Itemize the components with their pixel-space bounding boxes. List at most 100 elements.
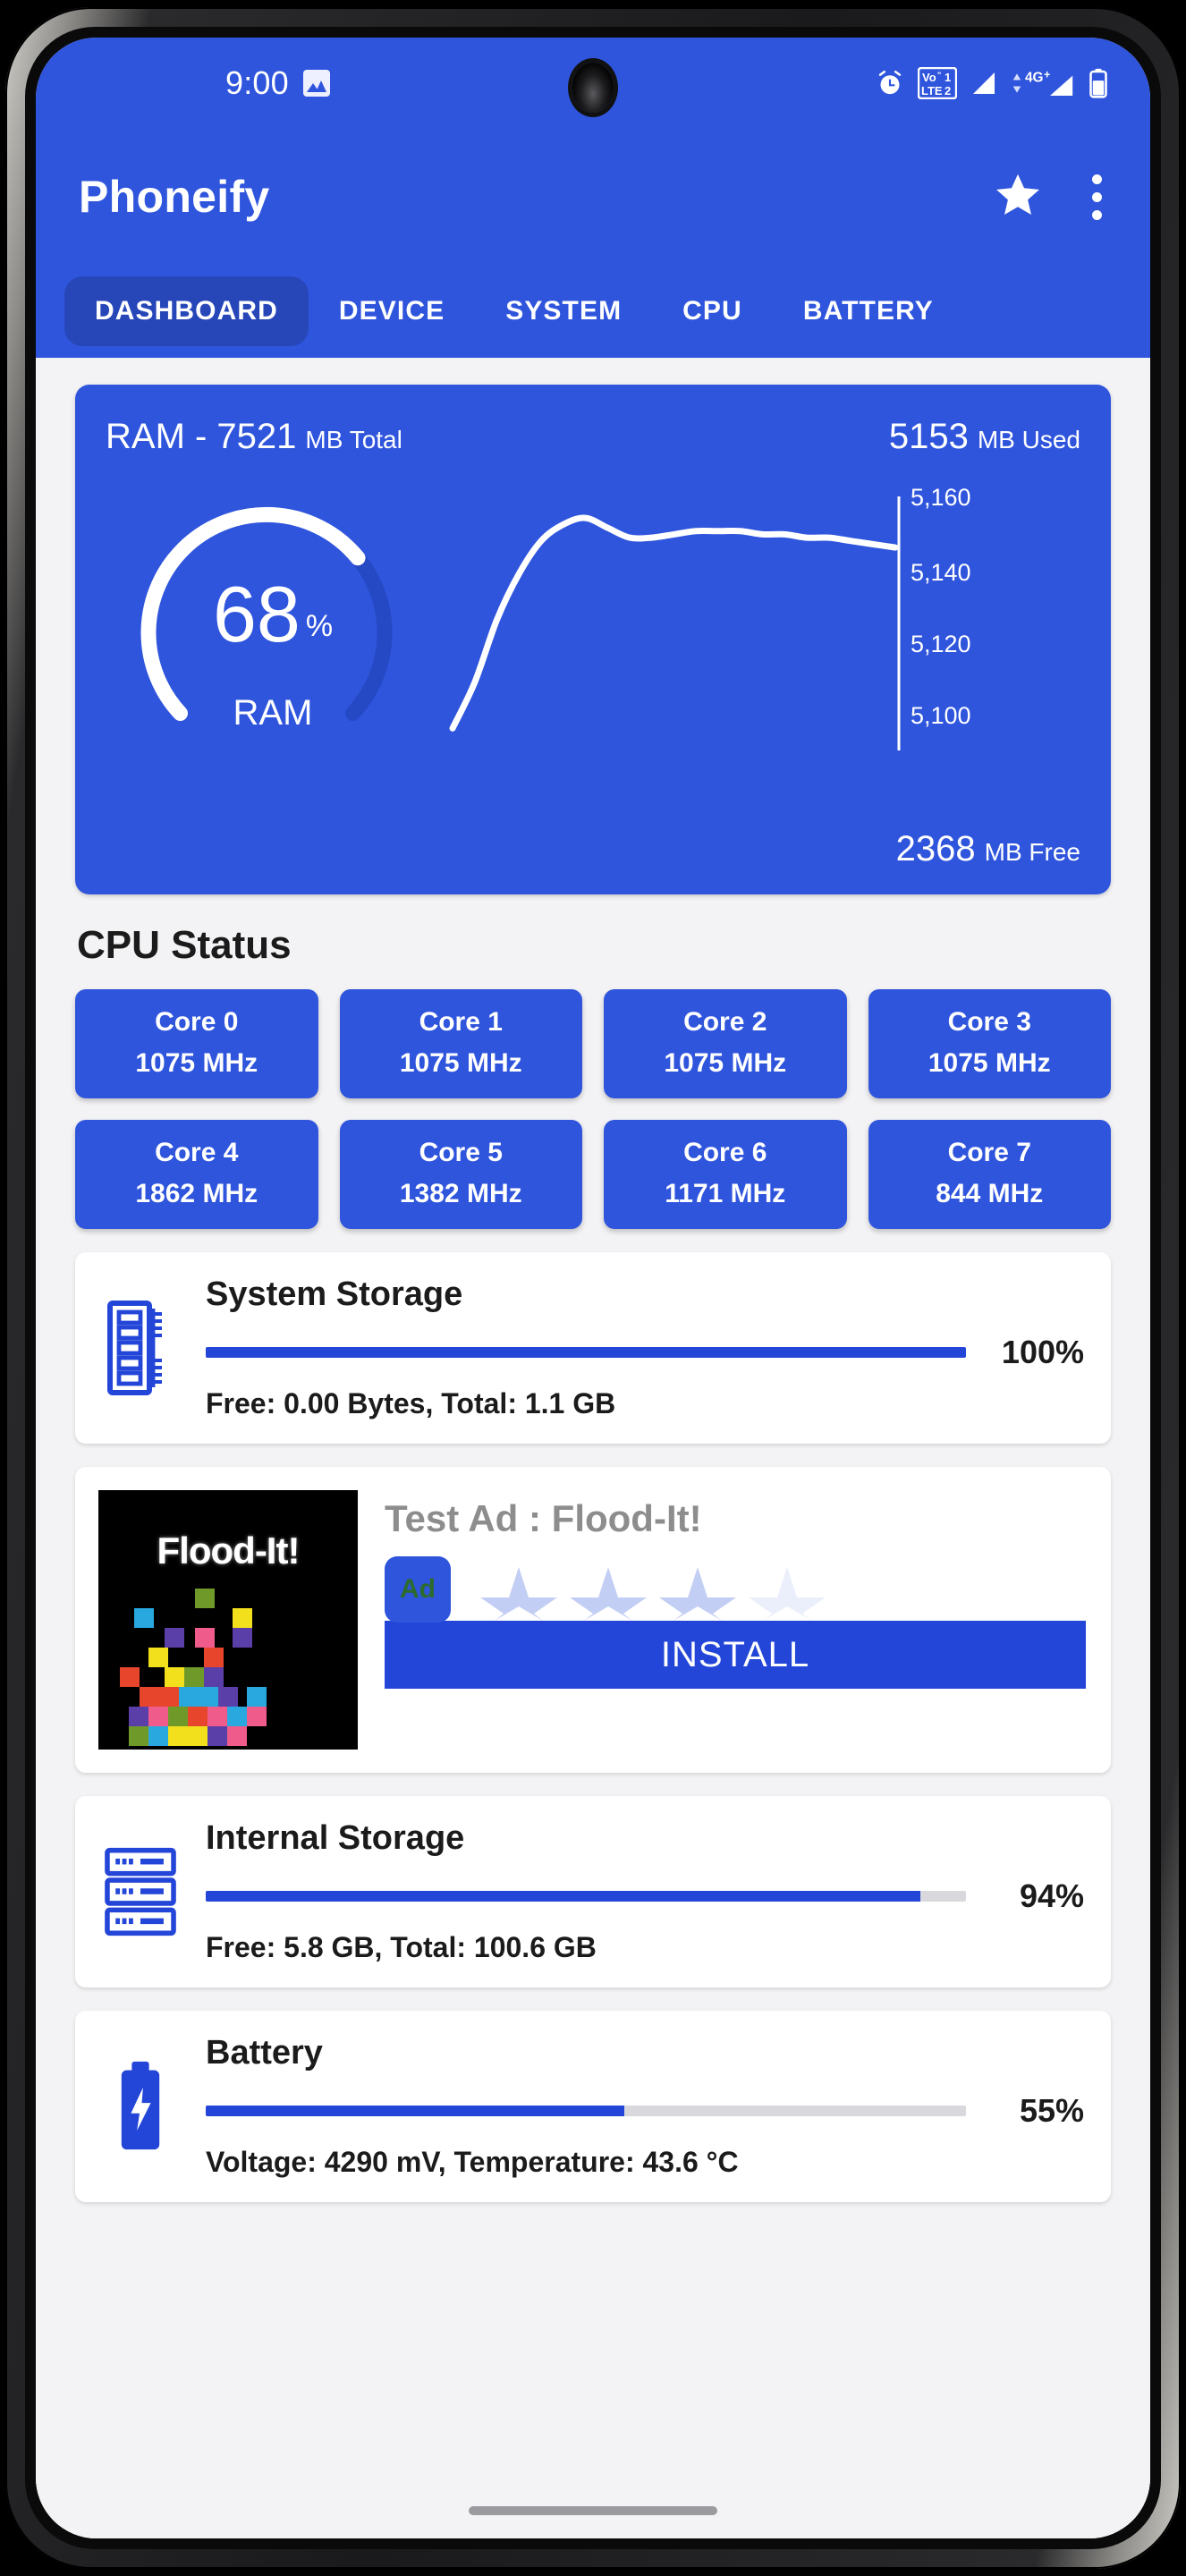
ad-badge: Ad — [385, 1556, 451, 1623]
svg-text:4G: 4G — [1025, 71, 1044, 86]
ad-star-rating — [480, 1567, 826, 1621]
internal-storage-body: Internal Storage 94% Free: 5.8 GB, Total… — [206, 1819, 1084, 1964]
tab-device[interactable]: DEVICE — [309, 276, 475, 346]
cpu-core-2-name: Core 2 — [683, 1007, 767, 1037]
tab-system[interactable]: SYSTEM — [475, 276, 652, 346]
ram-card: RAM - 7521 MB Total 5153 MB Used 68 % RA… — [75, 385, 1111, 894]
cpu-core-4[interactable]: Core 4 1862 MHz — [75, 1120, 318, 1229]
cpu-core-4-freq: 1862 MHz — [135, 1179, 258, 1208]
svg-text:2: 2 — [945, 84, 951, 97]
ram-used-value: 5153 — [888, 417, 969, 456]
battery-icon — [1088, 68, 1109, 98]
ram-free-value: 2368 — [895, 829, 976, 869]
internal-storage-card[interactable]: Internal Storage 94% Free: 5.8 GB, Total… — [75, 1796, 1111, 1987]
chart-ytick-2: 5,120 — [911, 631, 971, 657]
cpu-status-heading: CPU Status — [77, 923, 292, 967]
ad-thumbnail-blocks — [120, 1589, 267, 1746]
status-clock: 9:00 — [225, 64, 289, 101]
cpu-core-6-name: Core 6 — [683, 1138, 767, 1167]
cpu-core-0[interactable]: Core 0 1075 MHz — [75, 989, 318, 1098]
overflow-menu-icon[interactable] — [1083, 169, 1111, 225]
front-camera-icon — [572, 63, 614, 113]
gesture-home-indicator[interactable] — [469, 2506, 717, 2515]
system-storage-card[interactable]: System Storage 100% Free: 0.00 Bytes, To… — [75, 1252, 1111, 1444]
ram-card-body: 68% RAM 5,160 5,140 5,120 5,100 — [75, 457, 1111, 815]
cpu-core-0-name: Core 0 — [155, 1007, 239, 1037]
cpu-core-2-freq: 1075 MHz — [664, 1048, 787, 1078]
cpu-core-6[interactable]: Core 6 1171 MHz — [604, 1120, 847, 1229]
ram-used-unit: MB Used — [977, 426, 1080, 453]
tab-bar[interactable]: DASHBOARD DEVICE SYSTEM CPU BATTERY — [36, 265, 1150, 358]
cpu-core-row-bottom: Core 4 1862 MHz Core 5 1382 MHz Core 6 1… — [75, 1120, 1111, 1229]
ram-gauge-percent: 68 — [212, 570, 301, 658]
svg-text:": " — [937, 71, 941, 80]
cpu-core-row-top: Core 0 1075 MHz Core 1 1075 MHz Core 2 1… — [75, 989, 1111, 1098]
ad-thumbnail[interactable]: Flood-It! — [98, 1490, 358, 1750]
signal-bars-icon — [970, 69, 998, 97]
phone-screen: 9:00 Vo " 1 LTE 2 4G + Phoneify DASHBOAR… — [36, 38, 1150, 2538]
status-bar-right: Vo " 1 LTE 2 4G + — [875, 67, 1109, 99]
ram-used-group: 5153 MB Used — [889, 417, 1080, 457]
app-bar: Phoneify — [36, 129, 1150, 265]
ram-free-unit: MB Free — [984, 838, 1080, 866]
ad-body: Test Ad : Flood-It! Ad INSTALL — [385, 1490, 1086, 1750]
system-storage-subtitle: Free: 0.00 Bytes, Total: 1.1 GB — [206, 1387, 616, 1419]
battery-percent: 55% — [1019, 2092, 1084, 2129]
system-storage-title: System Storage — [206, 1275, 463, 1313]
ram-total-value: RAM - 7521 — [106, 417, 297, 456]
ad-badge-row: Ad — [385, 1556, 1084, 1623]
internal-storage-title: Internal Storage — [206, 1819, 465, 1857]
tab-battery[interactable]: BATTERY — [773, 276, 964, 346]
cpu-core-3[interactable]: Core 3 1075 MHz — [868, 989, 1111, 1098]
cpu-core-7-name: Core 7 — [947, 1138, 1031, 1167]
phone-hardware-frame: 9:00 Vo " 1 LTE 2 4G + Phoneify DASHBOAR… — [5, 7, 1181, 2569]
cpu-core-3-freq: 1075 MHz — [928, 1048, 1051, 1078]
chart-ytick-0: 5,160 — [911, 484, 971, 511]
cpu-core-3-name: Core 3 — [947, 1007, 1031, 1037]
svg-text:1: 1 — [945, 71, 951, 84]
cpu-core-6-freq: 1171 MHz — [665, 1179, 786, 1208]
ram-gauge-unit: % — [305, 608, 334, 643]
ad-card[interactable]: Flood-It! Test Ad: Flood-It! Ad INSTALL — [75, 1467, 1111, 1773]
cpu-core-5[interactable]: Core 5 1382 MHz — [339, 1120, 582, 1229]
svg-text:+: + — [1044, 68, 1050, 80]
memory-chip-icon — [98, 1300, 182, 1396]
cpu-core-1-name: Core 1 — [419, 1007, 503, 1037]
svg-text:Vo: Vo — [922, 71, 936, 84]
star-icon[interactable] — [992, 169, 1044, 225]
chart-ytick-1: 5,140 — [911, 559, 971, 586]
internal-storage-progress-fill — [206, 1891, 920, 1902]
cpu-core-2[interactable]: Core 2 1075 MHz — [604, 989, 847, 1098]
system-storage-body: System Storage 100% Free: 0.00 Bytes, To… — [206, 1275, 1084, 1420]
tab-cpu[interactable]: CPU — [652, 276, 773, 346]
svg-text:LTE: LTE — [921, 84, 943, 97]
system-storage-progress-row: 100% — [206, 1334, 1084, 1371]
battery-title: Battery — [206, 2034, 323, 2072]
cpu-core-0-freq: 1075 MHz — [135, 1048, 258, 1078]
battery-body: Battery 55% Voltage: 4290 mV, Temperatur… — [206, 2034, 1084, 2179]
ad-thumbnail-title: Flood-It! — [157, 1530, 301, 1572]
dashboard-scroll-content[interactable]: RAM - 7521 MB Total 5153 MB Used 68 % RA… — [36, 358, 1150, 2538]
data-4g-plus-icon: 4G + — [1011, 68, 1075, 98]
cpu-core-1[interactable]: Core 1 1075 MHz — [339, 989, 582, 1098]
tab-dashboard[interactable]: DASHBOARD — [64, 276, 309, 346]
cpu-core-4-name: Core 4 — [155, 1138, 239, 1167]
ad-install-button[interactable]: INSTALL — [385, 1621, 1086, 1689]
volte-dual-sim-icon: Vo " 1 LTE 2 — [918, 67, 957, 99]
alarm-icon — [875, 68, 905, 98]
app-bar-actions — [992, 169, 1111, 225]
battery-progress-row: 55% — [206, 2092, 1084, 2130]
system-storage-percent: 100% — [1001, 1334, 1084, 1370]
battery-card[interactable]: Battery 55% Voltage: 4290 mV, Temperatur… — [75, 2011, 1111, 2202]
battery-progress-fill — [206, 2106, 624, 2116]
internal-storage-progress-track — [206, 1891, 966, 1902]
server-rack-icon — [98, 1847, 182, 1936]
system-storage-progress-fill — [206, 1347, 966, 1358]
ram-usage-chart: 5,160 5,140 5,120 5,100 — [447, 470, 1088, 815]
chart-ytick-3: 5,100 — [911, 702, 971, 729]
ad-headline: Test Ad : Flood-It! — [385, 1497, 702, 1539]
ram-gauge: 68% RAM — [98, 470, 447, 815]
cpu-core-7[interactable]: Core 7 844 MHz — [868, 1120, 1111, 1229]
internal-storage-percent: 94% — [1019, 1877, 1084, 1914]
ram-gauge-center: 68% — [98, 575, 447, 654]
